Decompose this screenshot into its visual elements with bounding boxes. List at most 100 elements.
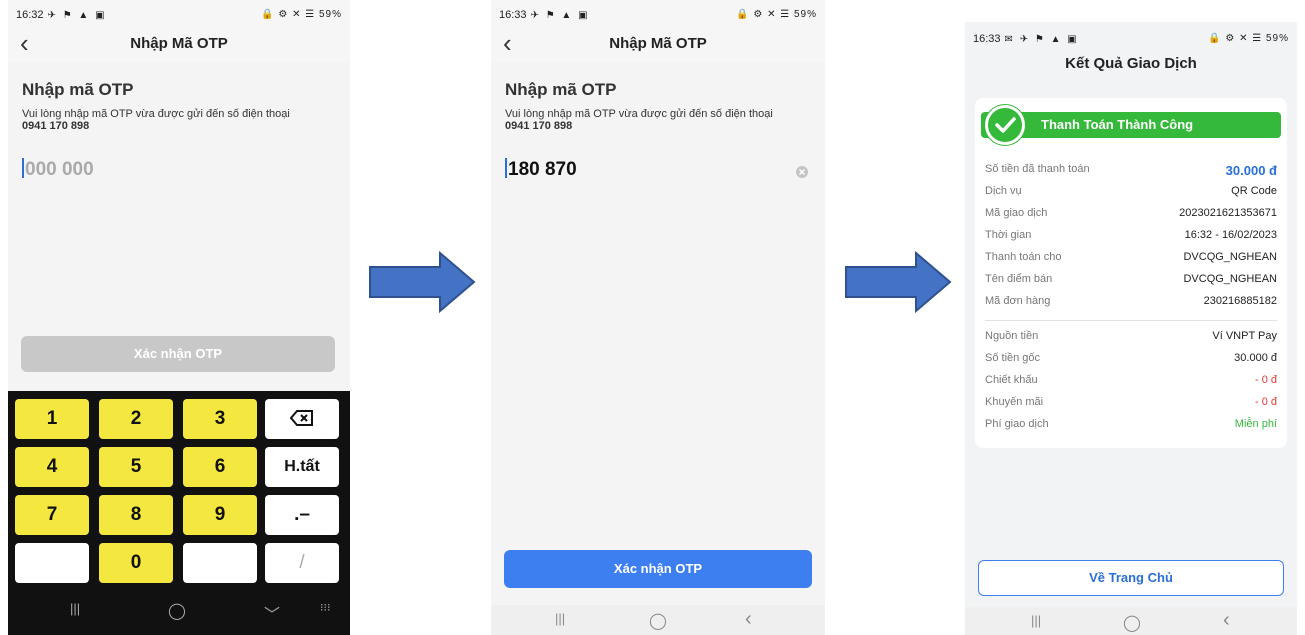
detail-label: Khuyến mãi: [985, 396, 1044, 408]
system-nav-bar: ||| ◯ ‹: [965, 607, 1297, 635]
backspace-key[interactable]: [265, 399, 339, 439]
detail-value: Ví VNPT Pay: [1212, 330, 1277, 342]
otp-description-text: Vui lòng nhập mã OTP vừa được gửi đến số…: [505, 108, 773, 120]
page-title: Nhập Mã OTP: [609, 35, 707, 52]
status-icons: ✉ ✈ ⚑ ▲ ▣: [1004, 34, 1079, 45]
status-right-icons: 🔒 ⚙ ✕ ☰ 59%: [261, 9, 342, 20]
detail-value: 30.000 đ: [1225, 163, 1277, 178]
divider: [985, 320, 1277, 321]
slash-key[interactable]: /: [265, 543, 339, 583]
status-right-icons: 🔒 ⚙ ✕ ☰ 59%: [1208, 33, 1289, 44]
otp-placeholder: 000 000: [25, 159, 94, 180]
key-7[interactable]: 7: [15, 495, 89, 535]
status-bar: 16:33 ✈ ⚑ ▲ ▣ 🔒 ⚙ ✕ ☰ 59%: [491, 4, 825, 26]
done-key[interactable]: H.tất: [265, 447, 339, 487]
back-to-home-button[interactable]: Về Trang Chủ: [978, 560, 1284, 596]
key-1[interactable]: 1: [15, 399, 89, 439]
detail-label: Thanh toán cho: [985, 251, 1062, 263]
flow-arrow-icon: [369, 250, 476, 314]
success-check-icon: [985, 105, 1025, 145]
key-8[interactable]: 8: [99, 495, 173, 535]
blank-key-left[interactable]: [15, 543, 89, 583]
page-title: Nhập Mã OTP: [130, 35, 228, 52]
top-bar: ‹ Nhập Mã OTP: [8, 26, 350, 62]
key-2[interactable]: 2: [99, 399, 173, 439]
page-title: Kết Quả Giao Dịch: [1065, 55, 1197, 72]
detail-label: Mã giao dịch: [985, 207, 1048, 219]
flow-arrow-icon: [845, 250, 952, 314]
home-icon[interactable]: ◯: [1123, 613, 1141, 633]
detail-value: QR Code: [1231, 185, 1277, 197]
otp-description: Vui lòng nhập mã OTP vừa được gửi đến số…: [505, 108, 773, 132]
status-time: 16:33: [973, 33, 1001, 45]
detail-label: Nguồn tiền: [985, 330, 1039, 342]
detail-value: DVCQG_NGHEAN: [1183, 273, 1277, 285]
detail-label: Thời gian: [985, 229, 1032, 241]
detail-row-amount-paid: Số tiền đã thanh toán 30.000 đ: [985, 163, 1277, 185]
home-icon[interactable]: ◯: [168, 601, 186, 621]
status-bar: 16:32 ✈ ⚑ ▲ ▣ 🔒 ⚙ ✕ ☰ 59%: [8, 4, 350, 26]
text-caret: [22, 158, 24, 178]
detail-label: Dịch vụ: [985, 185, 1022, 197]
detail-label: Số tiền đã thanh toán: [985, 163, 1090, 175]
blank-key-right[interactable]: [183, 543, 257, 583]
screen-transaction-result: 16:33 ✉ ✈ ⚑ ▲ ▣ 🔒 ⚙ ✕ ☰ 59% Kết Quả Giao …: [965, 22, 1297, 635]
back-nav-icon[interactable]: ‹: [1223, 609, 1230, 632]
otp-value: 180 870: [508, 159, 577, 180]
key-9[interactable]: 9: [183, 495, 257, 535]
system-nav-bar: ||| ◯ ﹀ ⁝⁝⁝: [8, 595, 350, 625]
otp-description-text: Vui lòng nhập mã OTP vừa được gửi đến số…: [22, 108, 290, 120]
screen-otp-filled: 16:33 ✈ ⚑ ▲ ▣ 🔒 ⚙ ✕ ☰ 59% ‹ Nhập Mã OTP N…: [491, 0, 825, 635]
back-nav-icon[interactable]: ‹: [745, 608, 752, 631]
detail-row-original-amount: Số tiền gốc 30.000 đ: [985, 352, 1277, 374]
top-bar: ‹ Nhập Mã OTP: [491, 26, 825, 62]
otp-phone-number: 0941 170 898: [22, 120, 90, 132]
confirm-otp-button[interactable]: Xác nhận OTP: [21, 336, 335, 372]
detail-label: Chiết khấu: [985, 374, 1038, 386]
clear-circle-icon[interactable]: [795, 165, 809, 179]
detail-row-fee: Phí giao dịch Miễn phí: [985, 418, 1277, 440]
detail-value: 2023021621353671: [1179, 207, 1277, 219]
detail-row-service: Dịch vụ QR Code: [985, 185, 1277, 207]
keyboard-hide-icon[interactable]: ﹀: [264, 601, 280, 625]
detail-value: 16:32 - 16/02/2023: [1184, 229, 1277, 241]
key-4[interactable]: 4: [15, 447, 89, 487]
success-banner: Thanh Toán Thành Công: [981, 112, 1281, 138]
detail-row-order-id: Mã đơn hàng 230216885182: [985, 295, 1277, 317]
otp-description: Vui lòng nhập mã OTP vừa được gửi đến số…: [22, 108, 290, 132]
keyboard-switch-icon[interactable]: ⁝⁝⁝: [320, 601, 331, 614]
detail-row-merchant: Tên điểm bán DVCQG_NGHEAN: [985, 273, 1277, 295]
detail-value: DVCQG_NGHEAN: [1183, 251, 1277, 263]
key-0[interactable]: 0: [99, 543, 173, 583]
key-6[interactable]: 6: [183, 447, 257, 487]
numeric-keypad: 1 2 3 4 5 6 H.tất 7 8 9 .– 0 / ||| ◯ ﹀ ⁝…: [8, 391, 350, 635]
status-icons: ✈ ⚑ ▲ ▣: [530, 10, 590, 21]
key-3[interactable]: 3: [183, 399, 257, 439]
dot-dash-key[interactable]: .–: [265, 495, 339, 535]
confirm-otp-button[interactable]: Xác nhận OTP: [504, 550, 812, 588]
recent-apps-icon[interactable]: |||: [555, 611, 565, 626]
detail-row-paid-to: Thanh toán cho DVCQG_NGHEAN: [985, 251, 1277, 273]
detail-row-transaction-id: Mã giao dịch 2023021621353671: [985, 207, 1277, 229]
otp-input[interactable]: 000 000: [22, 158, 94, 181]
key-5[interactable]: 5: [99, 447, 173, 487]
home-icon[interactable]: ◯: [649, 611, 667, 631]
detail-label: Tên điểm bán: [985, 273, 1053, 285]
top-bar: Kết Quả Giao Dịch: [965, 50, 1297, 86]
detail-value: 230216885182: [1203, 295, 1277, 307]
status-time: 16:33: [499, 9, 527, 21]
status-right-icons: 🔒 ⚙ ✕ ☰ 59%: [736, 9, 817, 20]
detail-row-funding-source: Nguồn tiền Ví VNPT Pay: [985, 330, 1277, 352]
status-icons: ✈ ⚑ ▲ ▣: [47, 10, 107, 21]
recent-apps-icon[interactable]: |||: [70, 601, 80, 616]
otp-heading: Nhập mã OTP: [505, 80, 617, 99]
detail-row-promotion: Khuyến mãi - 0 đ: [985, 396, 1277, 418]
recent-apps-icon[interactable]: |||: [1031, 613, 1041, 628]
result-card: Thanh Toán Thành Công Số tiền đã thanh t…: [975, 98, 1287, 448]
otp-phone-number: 0941 170 898: [505, 120, 573, 132]
screen-otp-empty: 16:32 ✈ ⚑ ▲ ▣ 🔒 ⚙ ✕ ☰ 59% ‹ Nhập Mã OTP N…: [8, 0, 350, 635]
detail-label: Mã đơn hàng: [985, 295, 1051, 307]
status-bar: 16:33 ✉ ✈ ⚑ ▲ ▣ 🔒 ⚙ ✕ ☰ 59%: [965, 28, 1297, 50]
otp-input[interactable]: 180 870: [505, 158, 577, 181]
status-time: 16:32: [16, 9, 44, 21]
